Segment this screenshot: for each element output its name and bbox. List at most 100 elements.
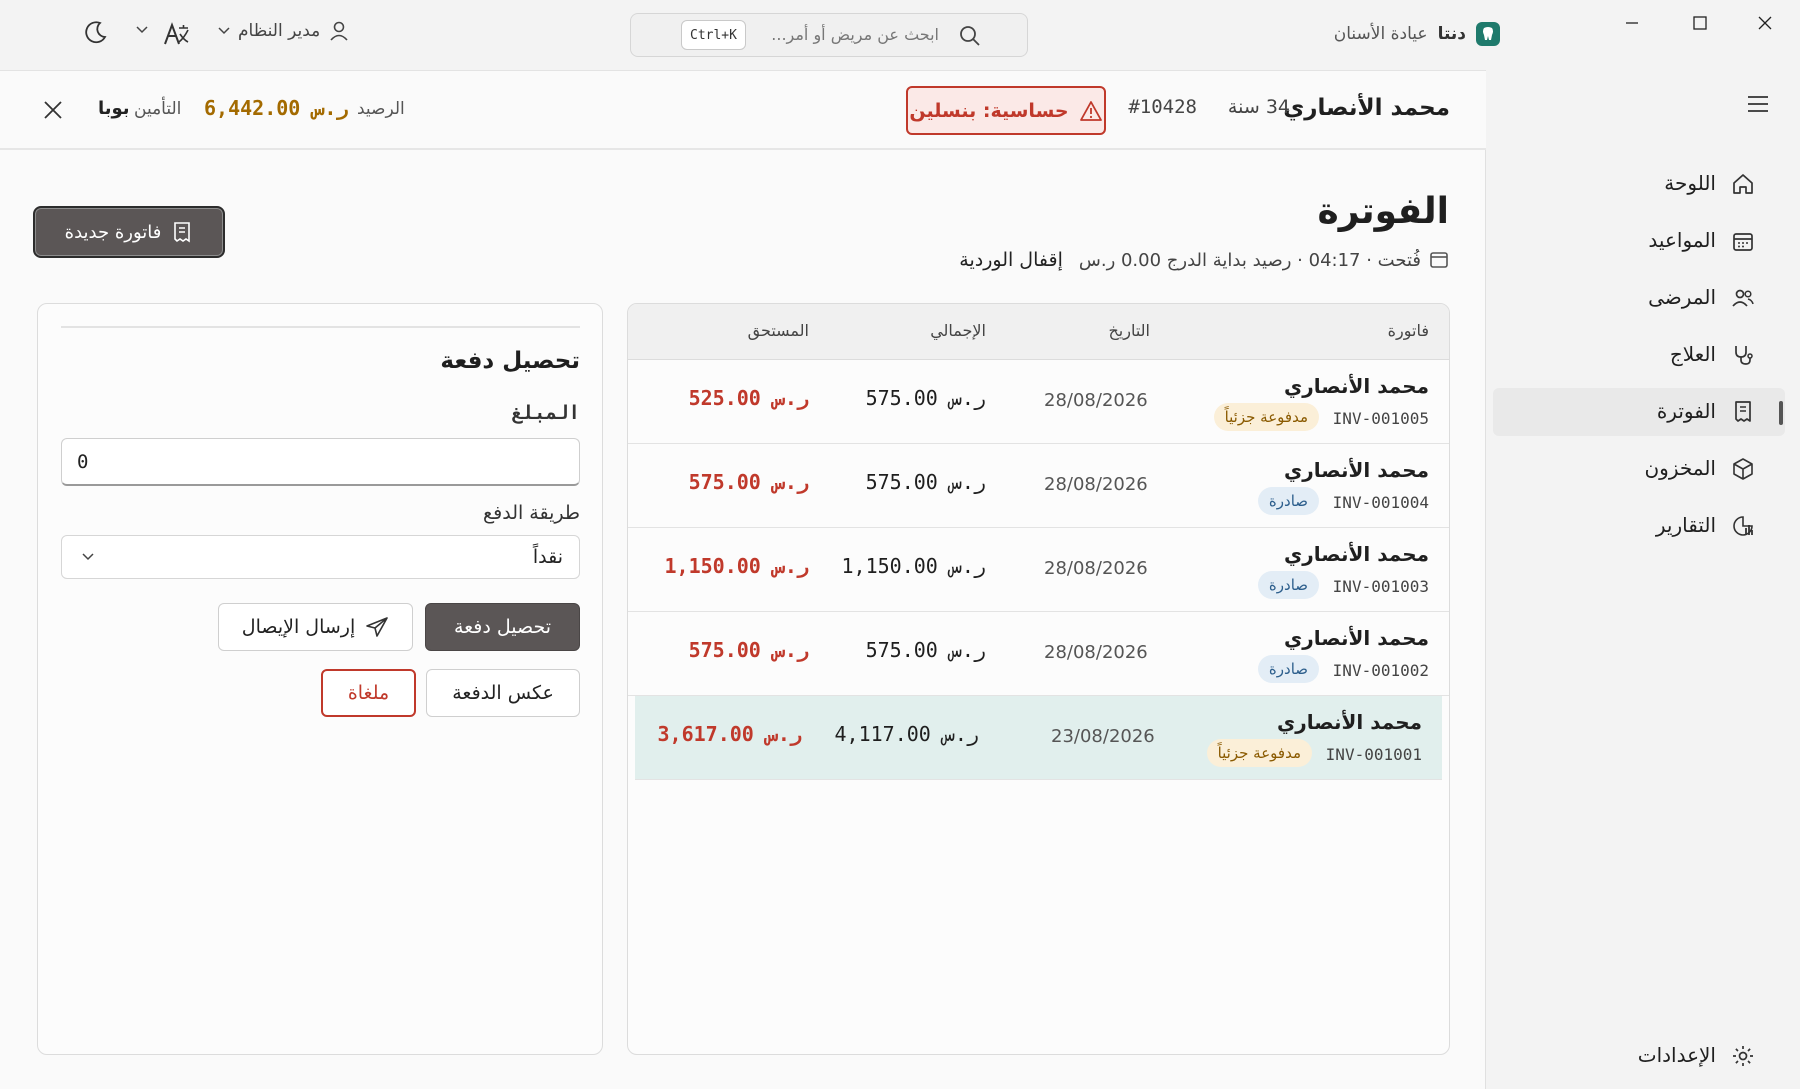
table-row[interactable]: محمد الأنصاري INV-001005 مدفوعة جزئياً 28/0… bbox=[628, 360, 1449, 444]
table-header: فاتورة التاريخ الإجمالي المستحق bbox=[628, 304, 1449, 360]
search-icon bbox=[959, 25, 981, 47]
invoice-due: 575.00 ر.س bbox=[688, 638, 809, 662]
settings-label: الإعدادات bbox=[1637, 1043, 1716, 1067]
table-row[interactable]: محمد الأنصاري INV-001001 مدفوعة جزئياً 23/0… bbox=[635, 696, 1442, 780]
shortcut-badge: Ctrl+K bbox=[681, 20, 746, 50]
user-label: مدير النظام bbox=[238, 21, 321, 41]
invoice-date: 28/08/2026 bbox=[1044, 558, 1148, 579]
amount-value: 0 bbox=[77, 451, 89, 473]
table-row[interactable]: محمد الأنصاري INV-001002 صادرة 28/08/2026 57… bbox=[628, 612, 1449, 696]
invoice-patient-name: محمد الأنصاري bbox=[1283, 374, 1429, 398]
invoice-date: 28/08/2026 bbox=[1044, 474, 1148, 495]
patient-age: 34 سنة bbox=[1227, 96, 1290, 118]
invoice-number: INV-001003 bbox=[1332, 577, 1429, 596]
close-icon bbox=[1758, 16, 1772, 30]
invoice-due: 525.00 ر.س bbox=[688, 386, 809, 410]
invoice-total: 4,117.00 ر.س bbox=[834, 722, 980, 746]
new-invoice-button[interactable]: فاتورة جديدة bbox=[33, 206, 225, 258]
sidebar-item-treatment[interactable]: العلاج bbox=[1493, 331, 1785, 379]
receipt-icon bbox=[1731, 400, 1755, 424]
receipt-icon bbox=[171, 221, 193, 243]
header-total: الإجمالي bbox=[930, 321, 986, 340]
close-shift-link[interactable]: إقفال الوردية bbox=[959, 249, 1063, 271]
table-row[interactable]: محمد الأنصاري INV-001003 صادرة 28/08/2026 1,… bbox=[628, 528, 1449, 612]
dark-mode-moon-icon[interactable] bbox=[82, 20, 108, 46]
warning-icon bbox=[1079, 100, 1103, 122]
header-date: التاريخ bbox=[1108, 321, 1150, 340]
calendar-icon bbox=[1731, 229, 1755, 253]
sidebar-item-patients[interactable]: المرضى bbox=[1493, 274, 1785, 322]
status-badge: صادرة bbox=[1257, 487, 1319, 515]
payment-method-select[interactable]: نقداً bbox=[61, 535, 580, 579]
close-icon bbox=[44, 101, 62, 119]
header-due: المستحق bbox=[747, 321, 809, 340]
invoice-due: 575.00 ر.س bbox=[688, 470, 809, 494]
invoice-date: 28/08/2026 bbox=[1044, 642, 1148, 663]
sidebar-item-label: المخزون bbox=[1644, 456, 1716, 480]
invoice-total: 575.00 ر.س bbox=[865, 470, 986, 494]
send-icon bbox=[365, 616, 389, 638]
allergy-alert: حساسية: بنسلين bbox=[906, 86, 1106, 135]
send-receipt-label: إرسال الإيصال bbox=[241, 616, 356, 638]
sidebar-item-label: المرضى bbox=[1648, 285, 1716, 309]
gear-icon bbox=[1731, 1044, 1755, 1068]
payment-title: تحصيل دفعة bbox=[440, 348, 580, 374]
active-indicator bbox=[1779, 401, 1783, 425]
patient-bar: محمد الأنصاري 34 سنة #10428 حساسية: بنسل… bbox=[0, 71, 1486, 150]
sidebar-item-label: العلاج bbox=[1669, 342, 1716, 366]
header-invoice: فاتورة bbox=[1387, 321, 1429, 340]
home-icon bbox=[1731, 172, 1755, 196]
patient-name: محمد الأنصاري bbox=[1283, 95, 1450, 121]
allergy-text: حساسية: بنسلين bbox=[909, 99, 1069, 122]
sidebar-item-reports[interactable]: التقارير bbox=[1493, 502, 1785, 550]
invoice-total: 575.00 ر.س bbox=[865, 386, 986, 410]
reverse-payment-button[interactable]: عكس الدفعة bbox=[426, 669, 580, 717]
sidebar-item-dashboard[interactable]: اللوحة bbox=[1493, 160, 1785, 208]
language-icon[interactable] bbox=[162, 20, 190, 48]
sidebar-item-label: المواعيد bbox=[1648, 228, 1716, 252]
shift-info: فُتحت · 04:17 · رصيد بداية الدرج 0.00 ر.… bbox=[959, 249, 1449, 271]
invoice-total: 1,150.00 ر.س bbox=[841, 554, 987, 578]
collect-payment-button[interactable]: تحصيل دفعة bbox=[425, 603, 580, 651]
sidebar-item-appointments[interactable]: المواعيد bbox=[1493, 217, 1785, 265]
title-bar: دنتا عيادة الأسنان ابحث عن مريض أو أمر..… bbox=[0, 0, 1800, 70]
amount-input[interactable]: 0 bbox=[61, 438, 580, 486]
users-icon bbox=[1731, 286, 1755, 310]
shift-status: فُتحت · 04:17 · رصيد بداية الدرج 0.00 ر.… bbox=[1078, 249, 1421, 271]
table-row[interactable]: محمد الأنصاري INV-001004 صادرة 28/08/2026 57… bbox=[628, 444, 1449, 528]
send-receipt-button[interactable]: إرسال الإيصال bbox=[218, 603, 413, 651]
app-brand: دنتا عيادة الأسنان bbox=[1334, 22, 1500, 46]
reverse-payment-label: عكس الدفعة bbox=[452, 682, 554, 704]
cancelled-button[interactable]: ملغاة bbox=[321, 669, 416, 717]
close-window-button[interactable] bbox=[1737, 6, 1793, 40]
sidebar-item-settings[interactable]: الإعدادات bbox=[1493, 1032, 1785, 1080]
invoice-patient-name: محمد الأنصاري bbox=[1276, 710, 1422, 734]
box-icon bbox=[1731, 457, 1755, 481]
language-chevron-icon[interactable] bbox=[136, 26, 148, 34]
cancelled-label: ملغاة bbox=[347, 682, 390, 704]
status-badge: صادرة bbox=[1257, 571, 1319, 599]
maximize-button[interactable] bbox=[1672, 6, 1728, 40]
user-menu[interactable]: مدير النظام bbox=[218, 20, 350, 42]
sidebar-item-billing[interactable]: الفوترة bbox=[1493, 388, 1785, 436]
patient-id: #10428 bbox=[1128, 96, 1197, 118]
brand-name: دنتا bbox=[1437, 24, 1466, 44]
invoices-table: فاتورة التاريخ الإجمالي المستحق محمد الأ… bbox=[627, 303, 1450, 1055]
invoice-total: 575.00 ر.س bbox=[865, 638, 986, 662]
collect-payment-label: تحصيل دفعة bbox=[453, 616, 552, 638]
page-title: الفوترة bbox=[1317, 191, 1449, 232]
chart-icon bbox=[1731, 514, 1755, 538]
minimize-button[interactable] bbox=[1604, 6, 1660, 40]
search-input[interactable]: ابحث عن مريض أو أمر... Ctrl+K bbox=[630, 13, 1028, 57]
insurance-label: التأمين bbox=[134, 99, 182, 119]
tooth-logo-icon bbox=[1476, 22, 1500, 46]
invoice-due: 3,617.00 ر.س bbox=[657, 722, 803, 746]
chevron-down-icon bbox=[218, 27, 230, 35]
invoice-due: 1,150.00 ر.س bbox=[664, 554, 810, 578]
invoice-number: INV-001005 bbox=[1332, 409, 1429, 428]
close-patient-button[interactable] bbox=[42, 99, 64, 121]
insurance-value: بوبا bbox=[98, 98, 130, 119]
invoice-patient-name: محمد الأنصاري bbox=[1283, 458, 1429, 482]
hamburger-menu-icon[interactable] bbox=[1746, 94, 1770, 114]
sidebar-item-inventory[interactable]: المخزون bbox=[1493, 445, 1785, 493]
